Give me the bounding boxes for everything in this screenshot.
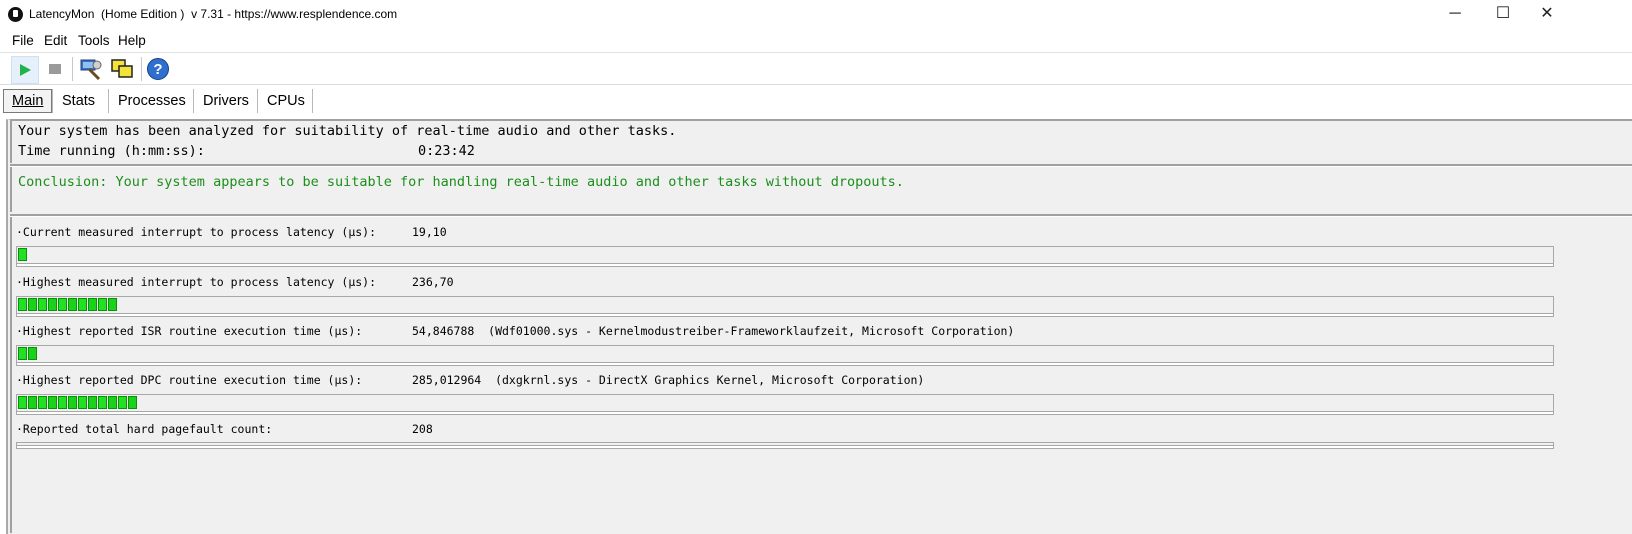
latency-bar — [16, 246, 1554, 267]
stop-icon — [49, 64, 61, 74]
latency-bar — [16, 394, 1554, 415]
tab-main[interactable]: Main — [3, 89, 53, 113]
menu-file[interactable]: File — [12, 33, 34, 48]
play-icon — [20, 64, 31, 76]
bar-segment — [118, 396, 127, 409]
tab-cpus[interactable]: CPUs — [259, 89, 313, 113]
analyzed-text: Your system has been analyzed for suitab… — [18, 123, 677, 139]
time-running-value: 0:23:42 — [418, 143, 475, 159]
windows-icon — [111, 59, 133, 78]
tab-separator — [52, 89, 53, 113]
bar-segment — [38, 396, 47, 409]
conclusion-panel: Conclusion: Your system appears to be su… — [10, 167, 1632, 212]
bar-segment — [78, 298, 87, 311]
metric-label: ·Current measured interrupt to process l… — [16, 225, 377, 239]
app-icon — [8, 7, 23, 22]
toolbar-separator — [141, 57, 142, 81]
bar-segment — [28, 396, 37, 409]
metric-label: ·Highest reported ISR routine execution … — [16, 324, 363, 338]
bar-segment — [98, 298, 107, 311]
driver-analyze-button[interactable] — [78, 56, 104, 82]
close-button[interactable]: ✕ — [1524, 0, 1570, 30]
help-button[interactable]: ? — [145, 56, 171, 82]
bar-segment — [18, 347, 27, 360]
latency-bar-fill — [18, 298, 118, 312]
latency-bar-fill — [18, 347, 38, 361]
latency-bar-fill — [18, 248, 28, 262]
toolbar: ? — [0, 53, 1632, 85]
menu-help[interactable]: Help — [118, 33, 146, 48]
bar-segment — [28, 298, 37, 311]
bar-segment — [98, 396, 107, 409]
tab-separator — [193, 89, 194, 113]
bar-segment — [48, 298, 57, 311]
svg-text:?: ? — [153, 61, 162, 78]
tab-drivers[interactable]: Drivers — [195, 89, 257, 113]
metric-value: 208 — [412, 422, 433, 436]
bar-segment — [58, 298, 67, 311]
summary-panel: Your system has been analyzed for suitab… — [10, 121, 1632, 163]
bar-segment — [78, 396, 87, 409]
title-bar: LatencyMon (Home Edition ) v 7.31 - http… — [0, 0, 1632, 30]
tab-separator — [257, 89, 258, 113]
bar-segment — [128, 396, 137, 409]
tab-separator — [312, 89, 313, 113]
metric-value: 54,846788 (Wdf01000.sys - Kernelmodustre… — [412, 324, 1015, 338]
maximize-button[interactable]: ☐ — [1480, 0, 1526, 30]
latency-bar-fill — [18, 396, 138, 410]
metric-label: ·Highest reported DPC routine execution … — [16, 373, 363, 387]
menu-edit[interactable]: Edit — [44, 33, 67, 48]
pagefault-divider — [16, 442, 1554, 449]
stop-button[interactable] — [42, 56, 68, 82]
bar-segment — [58, 396, 67, 409]
toolbar-separator — [72, 57, 73, 81]
bar-segment — [18, 396, 27, 409]
bar-segment — [108, 298, 117, 311]
bar-segment — [18, 248, 27, 261]
bar-segment — [88, 298, 97, 311]
conclusion-text: Conclusion: Your system appears to be su… — [18, 174, 904, 190]
bar-segment — [38, 298, 47, 311]
minimize-button[interactable]: ─ — [1432, 0, 1478, 30]
tab-separator — [108, 89, 109, 113]
metric-value: 236,70 — [412, 275, 454, 289]
metric-value: 19,10 — [412, 225, 447, 239]
bar-segment — [48, 396, 57, 409]
menu-bar: File Edit Tools Help — [0, 30, 1632, 53]
bar-segment — [28, 347, 37, 360]
metrics-panel: ·Current measured interrupt to process l… — [10, 217, 1632, 533]
metric-value: 285,012964 (dxgkrnl.sys - DirectX Graphi… — [412, 373, 925, 387]
tab-stats[interactable]: Stats — [54, 89, 103, 113]
bar-segment — [108, 396, 117, 409]
window-title: LatencyMon (Home Edition ) v 7.31 - http… — [29, 7, 398, 21]
start-button[interactable] — [11, 56, 39, 84]
latency-bar — [16, 345, 1554, 366]
bar-segment — [68, 298, 77, 311]
bar-segment — [88, 396, 97, 409]
metric-label: ·Reported total hard pagefault count: — [16, 422, 273, 436]
latency-bar — [16, 296, 1554, 317]
windows-button[interactable] — [109, 56, 135, 82]
tab-bar: Main Stats Processes Drivers CPUs — [0, 85, 1632, 117]
time-running-label: Time running (h:mm:ss): — [18, 143, 205, 159]
metric-label: ·Highest measured interrupt to process l… — [16, 275, 377, 289]
menu-tools[interactable]: Tools — [78, 33, 110, 48]
bar-segment — [18, 298, 27, 311]
driver-analyze-icon — [80, 59, 102, 81]
bar-segment — [68, 396, 77, 409]
tab-processes[interactable]: Processes — [110, 89, 194, 113]
help-icon: ? — [147, 58, 169, 80]
